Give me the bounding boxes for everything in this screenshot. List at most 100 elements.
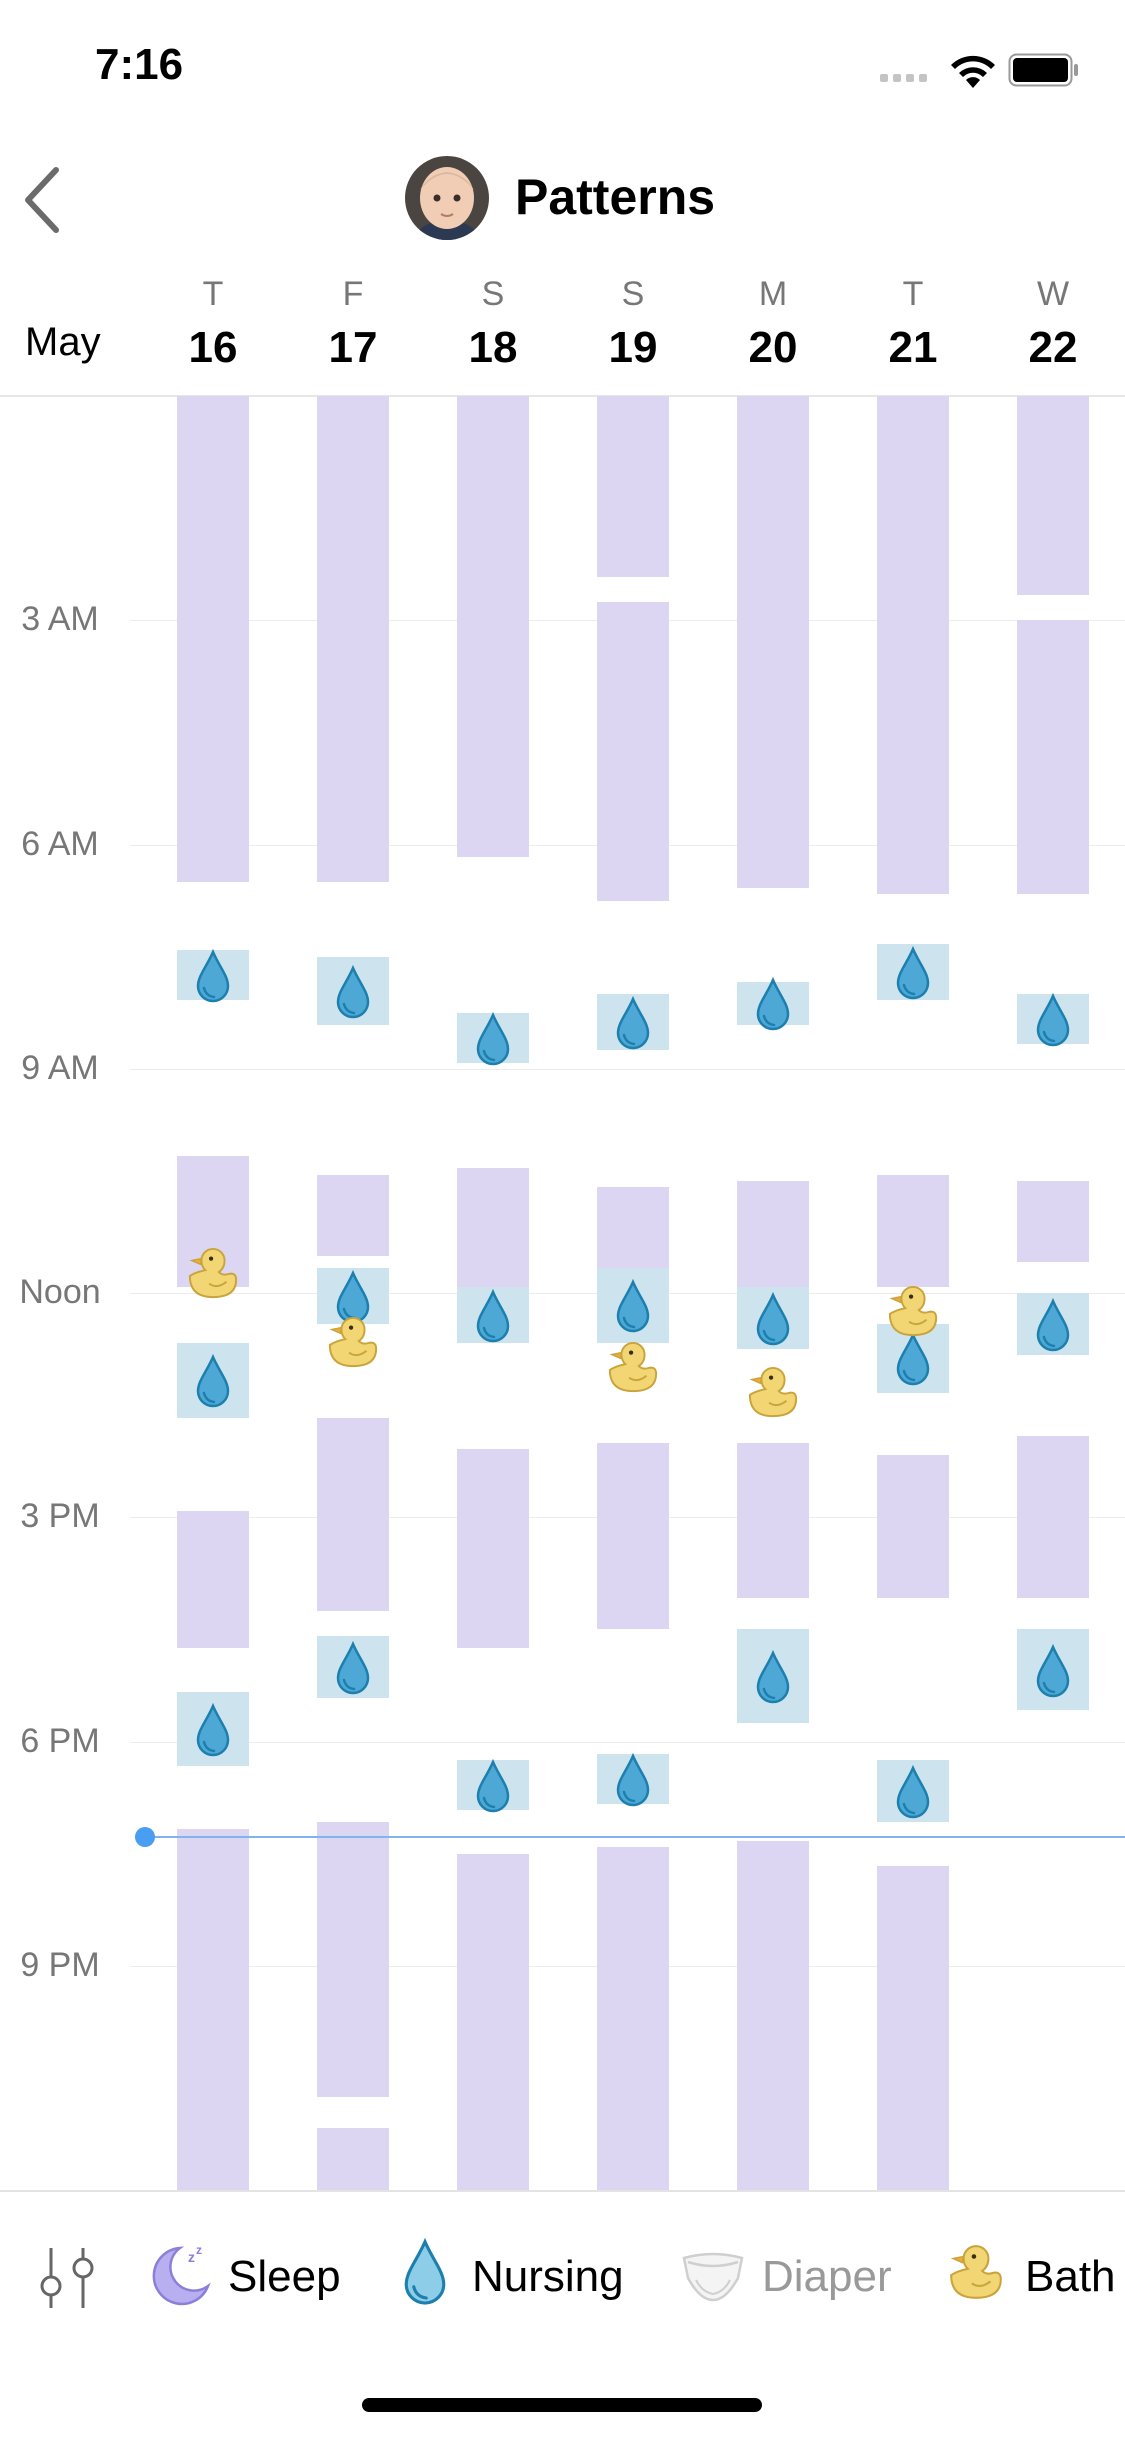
droplet-icon	[756, 1291, 790, 1346]
svg-text:z: z	[196, 2243, 202, 2257]
day-date: 16	[188, 323, 238, 372]
sleep-block[interactable]	[597, 1847, 669, 2190]
droplet-icon	[404, 2238, 446, 2305]
droplet-icon	[336, 1640, 370, 1694]
day-column-header: T 16	[163, 270, 263, 378]
week-header: May T 16 F 17 S 18 S 19 M 20 T 21 W 22	[0, 270, 1125, 397]
month-label: May	[25, 320, 101, 364]
legend-sleep[interactable]: z z Sleep	[150, 2228, 380, 2318]
hour-gridline	[130, 1068, 1125, 1070]
sleep-block[interactable]	[457, 1853, 529, 2190]
sleep-block[interactable]	[177, 1511, 249, 1649]
sleep-block[interactable]	[317, 1174, 389, 1256]
status-time: 7:16	[95, 40, 184, 89]
day-column-header: F 17	[303, 270, 403, 378]
sleep-block[interactable]	[317, 1417, 389, 1611]
sleep-block[interactable]	[597, 1442, 669, 1630]
svg-text:z: z	[188, 2249, 195, 2265]
sleep-block[interactable]	[317, 396, 389, 882]
day-of-week: S	[481, 275, 505, 313]
sleep-block[interactable]	[877, 1454, 949, 1599]
droplet-icon	[336, 964, 370, 1019]
droplet-icon	[616, 1752, 650, 1807]
baby-avatar[interactable]	[405, 156, 489, 240]
sleep-block[interactable]	[597, 396, 669, 577]
sleep-block[interactable]	[877, 1866, 949, 2190]
day-of-week: T	[902, 275, 924, 313]
sleep-block[interactable]	[1017, 1180, 1089, 1262]
hour-label: 3 PM	[20, 1497, 100, 1536]
sleep-block[interactable]	[737, 1841, 809, 2190]
legend-bath[interactable]: Bath	[945, 2228, 1125, 2318]
duck-icon[interactable]	[884, 1285, 942, 1339]
page-title: Patterns	[515, 169, 716, 225]
droplet-icon	[476, 1288, 510, 1342]
sleep-block[interactable]	[737, 1442, 809, 1599]
sleep-block[interactable]	[1017, 620, 1089, 895]
sleep-block[interactable]	[457, 396, 529, 857]
sleep-block[interactable]	[877, 1174, 949, 1287]
droplet-icon	[196, 1703, 230, 1757]
hour-label: Noon	[19, 1273, 101, 1311]
duck-icon[interactable]	[324, 1316, 382, 1370]
droplet-icon	[896, 1765, 930, 1819]
droplet-icon	[616, 996, 650, 1050]
patterns-timeline[interactable]: 3 AM 6 AM 9 AM Noon 3 PM 6 PM 9 PM	[0, 396, 1125, 2190]
sleep-block[interactable]	[597, 601, 669, 901]
day-of-week: M	[758, 275, 788, 313]
hour-label: 3 AM	[21, 600, 99, 639]
droplet-icon	[196, 1354, 230, 1408]
wifi-icon	[951, 55, 995, 88]
day-date: 19	[608, 323, 658, 372]
filter-sliders-icon[interactable]	[36, 2242, 98, 2314]
duck-icon[interactable]	[184, 1247, 242, 1301]
droplet-icon	[1036, 1298, 1070, 1352]
droplet-icon	[1036, 992, 1070, 1047]
day-column-header: W 22	[1003, 270, 1103, 378]
legend-nursing[interactable]: Nursing	[400, 2228, 630, 2318]
battery-icon	[1008, 53, 1078, 87]
legend-label: Diaper	[762, 2252, 892, 2301]
day-of-week: T	[202, 275, 224, 313]
hour-label: 9 AM	[21, 1048, 99, 1087]
sleep-block[interactable]	[177, 396, 249, 882]
legend-label: Nursing	[472, 2252, 624, 2301]
duck-icon[interactable]	[744, 1366, 802, 1420]
sleep-block[interactable]	[457, 1168, 529, 1287]
legend-label: Sleep	[228, 2252, 341, 2301]
hour-label: 9 PM	[20, 1945, 100, 1984]
day-column-header: S 19	[583, 270, 683, 378]
day-of-week: W	[1036, 275, 1070, 313]
legend-label: Bath	[1025, 2252, 1116, 2301]
sleep-block[interactable]	[597, 1187, 669, 1275]
droplet-icon	[896, 1332, 930, 1386]
diaper-icon	[682, 2252, 744, 2302]
sleep-block[interactable]	[457, 1448, 529, 1649]
sleep-block[interactable]	[177, 1828, 249, 2190]
hour-label: 6 PM	[20, 1721, 100, 1760]
cellular-signal-icon	[880, 74, 932, 84]
day-date: 17	[328, 323, 378, 372]
current-time-dot	[135, 1827, 155, 1848]
sleep-block[interactable]	[1017, 396, 1089, 596]
sleep-block[interactable]	[737, 396, 809, 889]
droplet-icon	[756, 1650, 790, 1704]
legend-diaper[interactable]: Diaper	[680, 2228, 910, 2318]
back-chevron-icon[interactable]	[18, 162, 68, 238]
day-of-week: F	[342, 275, 364, 313]
sleep-block[interactable]	[317, 2127, 389, 2190]
sleep-block[interactable]	[877, 396, 949, 895]
duck-icon[interactable]	[604, 1341, 662, 1395]
day-column-header: S 18	[443, 270, 543, 378]
droplet-icon	[196, 949, 230, 1003]
day-column-header: T 21	[863, 270, 963, 378]
sleep-block[interactable]	[317, 1822, 389, 2097]
droplet-icon	[1036, 1643, 1070, 1698]
sleep-block[interactable]	[1017, 1436, 1089, 1599]
hour-label: 6 AM	[21, 824, 99, 863]
droplet-icon	[476, 1011, 510, 1065]
day-column-header: M 20	[723, 270, 823, 378]
moon-zz-icon: zz	[152, 2243, 211, 2306]
day-date: 21	[888, 323, 938, 372]
day-date: 22	[1028, 323, 1078, 372]
